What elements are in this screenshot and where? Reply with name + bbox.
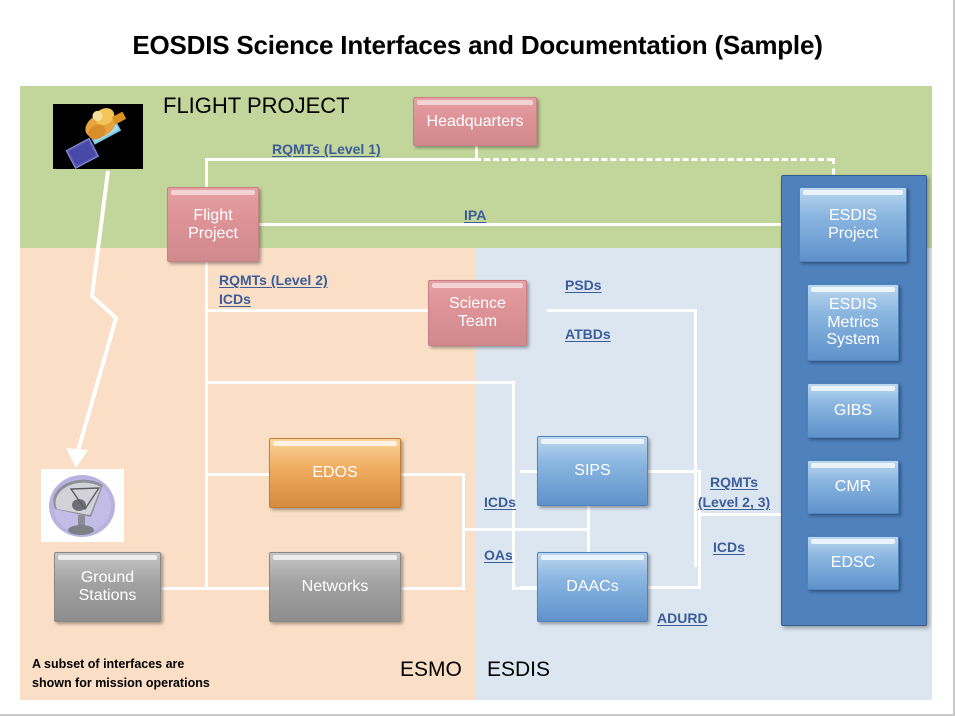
node-flight-project[interactable]: Flight Project <box>167 187 259 262</box>
node-ground-stations[interactable]: Ground Stations <box>54 552 161 622</box>
node-gibs-label: GIBS <box>833 401 873 419</box>
footnote-line-1: A subset of interfaces are <box>32 657 185 671</box>
doc-label-rqmts-level1[interactable]: RQMTs (Level 1) <box>272 140 381 160</box>
doc-label-rqmts-level23[interactable]: RQMTs (Level 2, 3) <box>680 473 788 513</box>
connector-fp-down <box>205 262 208 309</box>
footnote-line-2: shown for mission operations <box>32 676 210 691</box>
connector-edos-junction-down <box>462 473 465 589</box>
doc-label-rqmts-level2[interactable]: RQMTs (Level 2) <box>219 271 328 291</box>
connector-hq-esdis-dashed <box>475 158 833 161</box>
flight-project-region-label: FLIGHT PROJECT <box>163 93 350 118</box>
node-networks[interactable]: Networks <box>269 552 401 622</box>
node-esdis-project[interactable]: ESDIS Project <box>799 187 907 262</box>
ground-dish-icon <box>41 469 124 542</box>
doc-label-adurd[interactable]: ADURD <box>657 609 708 629</box>
page-title: EOSDIS Science Interfaces and Documentat… <box>132 30 823 60</box>
footnote: A subset of interfaces are shown for mis… <box>32 655 282 694</box>
node-edsc-label: EDSC <box>830 554 876 572</box>
node-headquarters-label: Headquarters <box>426 112 524 130</box>
doc-label-icds-right[interactable]: ICDs <box>713 538 745 558</box>
doc-label-icds-left[interactable]: ICDs <box>219 290 251 310</box>
diagram-area: FLIGHT PROJECT ESMO ESDIS Headquarters F… <box>20 86 932 700</box>
node-sips-label: SIPS <box>574 462 611 480</box>
connector-icds-oas-bridge <box>462 528 590 531</box>
node-science-team-label: Science Team <box>449 295 506 330</box>
connector-right-rail-to-esdis <box>698 513 783 516</box>
connector-ipa <box>258 223 814 226</box>
esmo-region-label: ESMO <box>400 658 462 681</box>
connector-science-team-right <box>547 309 697 312</box>
doc-label-ipa[interactable]: IPA <box>464 206 486 226</box>
node-esdis-project-label: ESDIS Project <box>828 206 878 242</box>
node-gibs[interactable]: GIBS <box>807 383 899 438</box>
node-science-team[interactable]: Science Team <box>428 280 527 346</box>
slide-canvas: EOSDIS Science Interfaces and Documentat… <box>0 0 955 716</box>
doc-label-rqmts-level23-line1: RQMTs <box>710 474 758 490</box>
node-cmr-label: CMR <box>834 478 872 496</box>
node-edos[interactable]: EDOS <box>269 438 401 508</box>
node-daacs-label: DAACs <box>566 578 619 596</box>
esdis-region-label: ESDIS <box>487 658 551 681</box>
doc-label-psds[interactable]: PSDs <box>565 276 602 296</box>
node-esdis-metrics-system-label: ESDIS Metrics System <box>826 295 880 349</box>
doc-label-atbds[interactable]: ATBDs <box>565 325 611 345</box>
connector-networks-right <box>401 587 465 590</box>
node-esdis-metrics-system[interactable]: ESDIS Metrics System <box>807 284 899 361</box>
node-cmr[interactable]: CMR <box>807 460 899 514</box>
connector-left-rail <box>205 309 208 590</box>
connector-daacs-right <box>648 586 701 589</box>
satellite-icon <box>53 104 143 169</box>
connector-edos-right <box>401 473 465 476</box>
node-edos-label: EDOS <box>312 464 358 482</box>
doc-label-rqmts-level23-line2: (Level 2, 3) <box>697 493 771 510</box>
doc-label-icds-mid[interactable]: ICDs <box>484 493 516 513</box>
node-edsc[interactable]: EDSC <box>807 536 899 590</box>
connector-psds-rail-down <box>694 309 697 567</box>
node-ground-stations-label: Ground Stations <box>78 569 137 604</box>
node-daacs[interactable]: DAACs <box>537 552 648 622</box>
node-networks-label: Networks <box>301 578 369 596</box>
node-sips[interactable]: SIPS <box>537 436 648 506</box>
connector-rail-to-edos <box>205 473 269 476</box>
node-headquarters[interactable]: Headquarters <box>413 97 537 146</box>
node-flight-project-label: Flight Project <box>188 206 238 242</box>
connector-rail2-top <box>205 381 515 384</box>
doc-label-oas[interactable]: OAs <box>484 546 513 566</box>
